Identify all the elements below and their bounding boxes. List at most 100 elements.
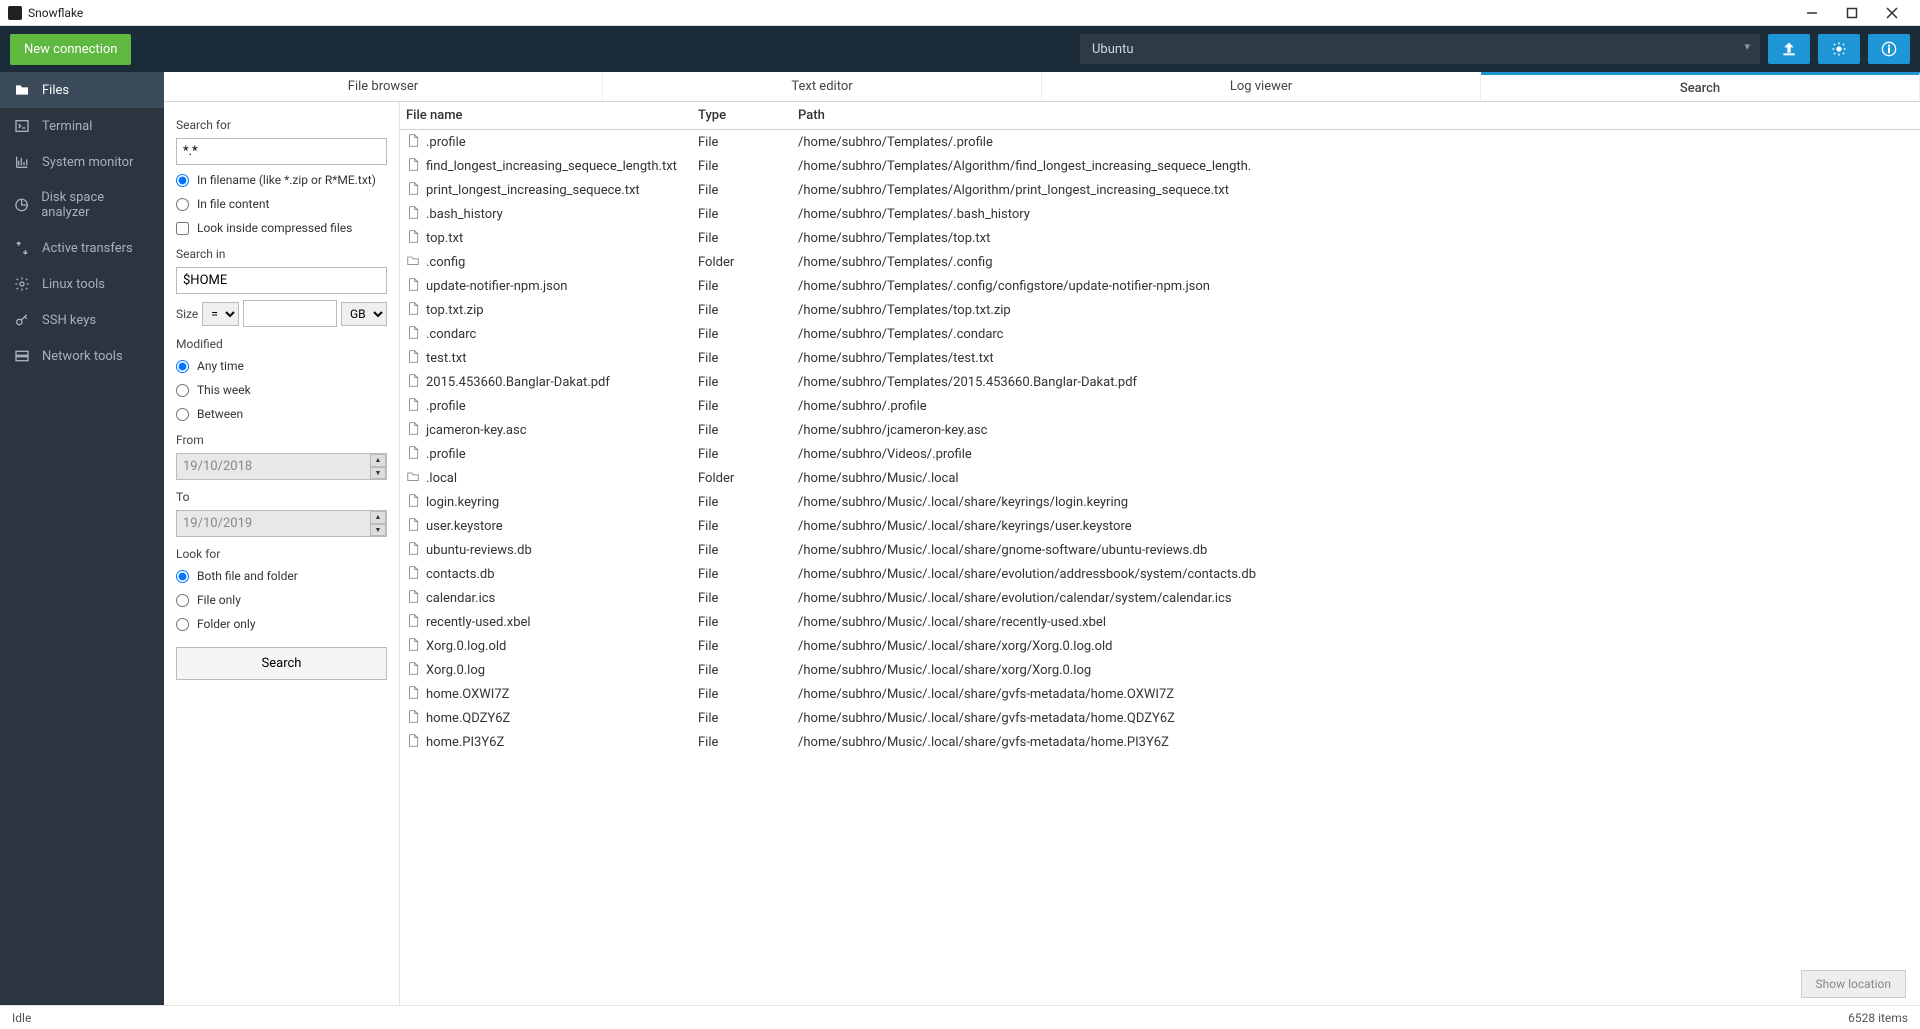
- from-date-spinner[interactable]: ▲▼: [370, 454, 386, 479]
- file-path: /home/subhro/Templates/.profile: [798, 135, 1920, 150]
- look-inside-checkbox[interactable]: [176, 222, 189, 235]
- result-row[interactable]: .profileFile/home/subhro/.profile: [400, 394, 1920, 418]
- folder-icon: [14, 82, 30, 98]
- col-header-type[interactable]: Type: [698, 108, 798, 123]
- result-row[interactable]: 2015.453660.Banglar-Dakat.pdfFile/home/s…: [400, 370, 1920, 394]
- search-panel: Search for In filename (like *.zip or R*…: [164, 102, 400, 1005]
- sidebar-item-terminal[interactable]: Terminal: [0, 108, 164, 144]
- this-week-radio[interactable]: [176, 384, 189, 397]
- file-type: File: [698, 567, 798, 582]
- in-content-radio[interactable]: [176, 198, 189, 211]
- file-name: ubuntu-reviews.db: [426, 543, 532, 558]
- result-row[interactable]: recently-used.xbelFile/home/subhro/Music…: [400, 610, 1920, 634]
- result-row[interactable]: update-notifier-npm.jsonFile/home/subhro…: [400, 274, 1920, 298]
- search-button[interactable]: Search: [176, 647, 387, 680]
- file-type: File: [698, 735, 798, 750]
- result-row[interactable]: .localFolder/home/subhro/Music/.local: [400, 466, 1920, 490]
- upload-button[interactable]: [1768, 34, 1810, 64]
- session-dropdown[interactable]: Ubuntu: [1080, 34, 1760, 64]
- file-path: /home/subhro/Videos/.profile: [798, 447, 1920, 462]
- result-row[interactable]: ubuntu-reviews.dbFile/home/subhro/Music/…: [400, 538, 1920, 562]
- result-row[interactable]: test.txtFile/home/subhro/Templates/test.…: [400, 346, 1920, 370]
- result-row[interactable]: Xorg.0.log.oldFile/home/subhro/Music/.lo…: [400, 634, 1920, 658]
- result-row[interactable]: Xorg.0.logFile/home/subhro/Music/.local/…: [400, 658, 1920, 682]
- result-row[interactable]: .profileFile/home/subhro/Videos/.profile: [400, 442, 1920, 466]
- file-only-radio[interactable]: [176, 594, 189, 607]
- result-row[interactable]: .configFolder/home/subhro/Templates/.con…: [400, 250, 1920, 274]
- tab-search[interactable]: Search: [1481, 72, 1920, 101]
- result-row[interactable]: find_longest_increasing_sequece_length.t…: [400, 154, 1920, 178]
- from-date-input[interactable]: [176, 453, 387, 480]
- tabs: File browser Text editor Log viewer Sear…: [164, 72, 1920, 102]
- result-row[interactable]: print_longest_increasing_sequece.txtFile…: [400, 178, 1920, 202]
- file-icon: [406, 564, 420, 585]
- result-row[interactable]: user.keystoreFile/home/subhro/Music/.loc…: [400, 514, 1920, 538]
- between-radio[interactable]: [176, 408, 189, 421]
- file-path: /home/subhro/Music/.local/share/xorg/Xor…: [798, 663, 1920, 678]
- info-button[interactable]: [1868, 34, 1910, 64]
- show-location-button[interactable]: Show location: [1801, 970, 1906, 998]
- search-for-input[interactable]: [176, 138, 387, 165]
- to-date-spinner[interactable]: ▲▼: [370, 511, 386, 536]
- search-for-label: Search for: [176, 118, 387, 132]
- result-row[interactable]: .condarcFile/home/subhro/Templates/.cond…: [400, 322, 1920, 346]
- results-body[interactable]: .profile File/home/subhro/Templates/.prof…: [400, 130, 1920, 963]
- tab-text-editor[interactable]: Text editor: [603, 72, 1042, 101]
- file-path: /home/subhro/.profile: [798, 399, 1920, 414]
- result-row[interactable]: home.PI3Y6ZFile/home/subhro/Music/.local…: [400, 730, 1920, 754]
- tab-log-viewer[interactable]: Log viewer: [1042, 72, 1481, 101]
- sidebar-item-system-monitor[interactable]: System monitor: [0, 144, 164, 180]
- size-unit-select[interactable]: GB: [341, 302, 387, 326]
- folder-only-radio[interactable]: [176, 618, 189, 631]
- search-in-input[interactable]: [176, 267, 387, 294]
- file-icon: [406, 492, 420, 513]
- file-name: 2015.453660.Banglar-Dakat.pdf: [426, 375, 610, 390]
- file-type: File: [698, 159, 798, 174]
- file-type: File: [698, 231, 798, 246]
- results-footer: Show location: [400, 963, 1920, 1005]
- col-header-path[interactable]: Path: [798, 108, 1920, 123]
- col-header-name[interactable]: File name: [406, 108, 698, 123]
- both-radio[interactable]: [176, 570, 189, 583]
- sidebar-item-linux-tools[interactable]: Linux tools: [0, 266, 164, 302]
- any-time-radio[interactable]: [176, 360, 189, 373]
- size-value-input[interactable]: [243, 300, 337, 327]
- sidebar-item-label: Linux tools: [42, 277, 105, 292]
- maximize-button[interactable]: [1832, 0, 1872, 26]
- any-time-label: Any time: [197, 359, 244, 373]
- sidebar-item-files[interactable]: Files: [0, 72, 164, 108]
- result-row[interactable]: calendar.icsFile/home/subhro/Music/.loca…: [400, 586, 1920, 610]
- file-name: print_longest_increasing_sequece.txt: [426, 183, 640, 198]
- result-row[interactable]: login.keyringFile/home/subhro/Music/.loc…: [400, 490, 1920, 514]
- sidebar: Files Terminal System monitor Disk space…: [0, 72, 164, 1005]
- status-right: 6528 items: [1848, 1011, 1908, 1025]
- result-row[interactable]: top.txtFile/home/subhro/Templates/top.tx…: [400, 226, 1920, 250]
- result-row[interactable]: .bash_historyFile/home/subhro/Templates/…: [400, 202, 1920, 226]
- file-path: /home/subhro/Music/.local/share/gnome-so…: [798, 543, 1920, 558]
- close-button[interactable]: [1872, 0, 1912, 26]
- sidebar-item-disk-analyzer[interactable]: Disk space analyzer: [0, 180, 164, 230]
- sidebar-item-ssh-keys[interactable]: SSH keys: [0, 302, 164, 338]
- file-icon: [406, 276, 420, 297]
- result-row[interactable]: jcameron-key.ascFile/home/subhro/jcamero…: [400, 418, 1920, 442]
- result-row[interactable]: contacts.dbFile/home/subhro/Music/.local…: [400, 562, 1920, 586]
- file-icon: [406, 540, 420, 561]
- result-row[interactable]: home.QDZY6ZFile/home/subhro/Music/.local…: [400, 706, 1920, 730]
- file-name: Xorg.0.log.old: [426, 639, 506, 654]
- minimize-button[interactable]: [1792, 0, 1832, 26]
- file-path: /home/subhro/Music/.local: [798, 471, 1920, 486]
- to-date-input[interactable]: [176, 510, 387, 537]
- result-row[interactable]: home.OXWI7ZFile/home/subhro/Music/.local…: [400, 682, 1920, 706]
- result-row[interactable]: top.txt.zipFile/home/subhro/Templates/to…: [400, 298, 1920, 322]
- tab-file-browser[interactable]: File browser: [164, 72, 603, 101]
- file-name: update-notifier-npm.json: [426, 279, 567, 294]
- result-row[interactable]: .profileFile/home/subhro/Templates/.prof…: [400, 130, 1920, 154]
- sidebar-item-active-transfers[interactable]: Active transfers: [0, 230, 164, 266]
- file-path: /home/subhro/Music/.local/share/gvfs-met…: [798, 687, 1920, 702]
- file-name: .profile: [426, 399, 466, 414]
- in-filename-radio[interactable]: [176, 174, 189, 187]
- new-connection-button[interactable]: New connection: [10, 34, 131, 65]
- settings-button[interactable]: [1818, 34, 1860, 64]
- size-operator-select[interactable]: =: [202, 302, 239, 326]
- sidebar-item-network-tools[interactable]: Network tools: [0, 338, 164, 374]
